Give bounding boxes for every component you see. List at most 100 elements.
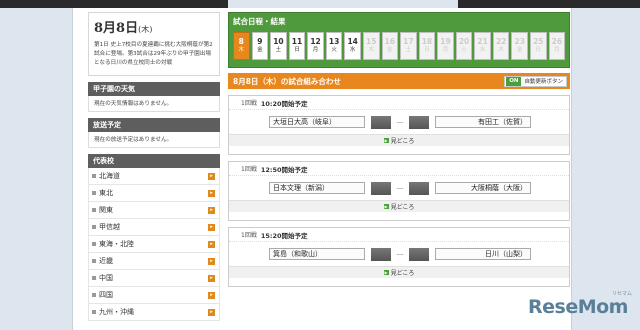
auto-update-button[interactable]: ON 自動更新ボタン — [504, 75, 567, 87]
region-item[interactable]: 北海道 ▸ — [88, 168, 220, 185]
home-team[interactable]: 日本文理（新潟） — [269, 182, 365, 194]
day-weekday: 水 — [479, 47, 486, 53]
arrow-right-icon: ▸ — [208, 223, 215, 231]
region-label: 中国 — [99, 274, 113, 282]
day-weekday: 木 — [498, 47, 504, 53]
region-label: 東北 — [99, 189, 113, 197]
bullet-icon — [92, 293, 96, 297]
region-item[interactable]: 九州・沖縄 ▸ — [88, 304, 220, 321]
auto-update-label: 自動更新ボタン — [524, 79, 563, 85]
away-team[interactable]: 有田工（佐賀） — [435, 116, 531, 128]
game-list: 1回戦 10:20開始予定 大垣日大高（岐阜） — 有田工（佐賀） ▶ 見どころ 1回戦 12:… — [228, 95, 570, 287]
day-weekday: 金 — [257, 47, 263, 53]
arrow-right-icon: ▸ — [208, 189, 215, 197]
news-summary: 第1日 史上7校目の夏連覇に挑む大阪桐蔭が第2試合に登場。第3試合は29年ぶりの… — [94, 42, 213, 66]
day-tab[interactable]: 13 火 — [325, 32, 343, 60]
day-number: 23 — [514, 37, 525, 46]
day-tab[interactable]: 14 水 — [344, 32, 361, 60]
bullet-icon — [92, 259, 96, 263]
day-tab: 21 水 — [474, 32, 491, 60]
region-label: 九州・沖縄 — [99, 308, 134, 316]
highlights-label: 見どころ — [390, 138, 415, 145]
arrow-right-icon: ▸ — [208, 172, 215, 180]
arrow-right-icon: ▸ — [208, 274, 215, 282]
day-tab[interactable]: 9金 — [251, 32, 269, 60]
region-label: 近畿 — [99, 257, 113, 265]
region-item[interactable]: 東海・北陸 ▸ — [88, 236, 220, 253]
bullet-icon — [92, 174, 96, 178]
day-number: 16 — [384, 37, 395, 46]
day-weekday: 火 — [331, 47, 337, 53]
home-team[interactable]: 箕島（和歌山） — [269, 248, 365, 260]
away-score — [409, 181, 429, 195]
day-number: 12 — [310, 37, 321, 46]
weather-title: 甲子園の天気 — [88, 82, 220, 96]
day-weekday: 木 — [368, 47, 374, 53]
region-label: 北海道 — [99, 172, 120, 180]
day-tab: 20 火 — [455, 32, 473, 60]
day-number: 9 — [257, 37, 263, 46]
region-item[interactable]: 近畿 ▸ — [88, 253, 220, 270]
day-number: 17 — [403, 37, 414, 46]
highlights-link[interactable]: ▶ 見どころ — [229, 266, 569, 278]
regions-title: 代表校 — [88, 154, 220, 168]
day-weekday: 金 — [516, 47, 523, 53]
top-bar — [0, 0, 640, 8]
day-weekday: 水 — [349, 47, 356, 53]
day-weekday: 月 — [312, 47, 319, 53]
highlights-label: 見どころ — [390, 270, 415, 277]
home-score — [371, 247, 391, 261]
sidebar: 8月8日(木) 第1日 史上7校目の夏連覇に挑む大阪桐蔭が第2試合に登場。第3試… — [88, 12, 220, 330]
regions-section: 代表校 北海道 ▸ 東北 ▸ 関東 ▸ 甲信越 ▸ 東海・北陸 ▸ 近畿 ▸ 中国 ▸ 四国 ▸ 九州・沖縄 ▸ — [88, 154, 220, 321]
day-tab[interactable]: 11 日 — [288, 32, 306, 60]
play-icon: ▶ — [383, 270, 389, 275]
region-item[interactable]: 甲信越 ▸ — [88, 219, 220, 236]
bullet-icon — [92, 242, 96, 246]
away-team[interactable]: 大阪桐蔭（大阪） — [435, 182, 531, 194]
day-tab: 16 金 — [381, 32, 399, 60]
day-number: 13 — [328, 37, 340, 46]
day-weekday: 月 — [442, 47, 449, 53]
game-round: 1回戦 — [241, 166, 257, 173]
broadcast-title: 放送予定 — [88, 118, 220, 132]
bullet-icon — [92, 310, 96, 314]
bullet-icon — [92, 225, 96, 229]
day-tab[interactable]: 12 月 — [307, 32, 324, 60]
play-icon: ▶ — [383, 138, 389, 143]
day-number: 11 — [291, 37, 303, 46]
game-matchup: 大垣日大高（岐阜） — 有田工（佐賀） — [229, 110, 569, 134]
current-date: 8月8日(木) — [94, 17, 214, 36]
weather-section: 甲子園の天気 現在の天気情報はありません。 — [88, 82, 220, 112]
day-tab: 25 日 — [530, 32, 547, 60]
versus-dash: — — [396, 250, 404, 258]
highlights-label: 見どころ — [390, 204, 415, 211]
region-item[interactable]: 四国 ▸ — [88, 287, 220, 304]
region-item[interactable]: 中国 ▸ — [88, 270, 220, 287]
region-label: 東海・北陸 — [99, 240, 134, 248]
date-box: 8月8日(木) 第1日 史上7校目の夏連覇に挑む大阪桐蔭が第2試合に登場。第3試… — [88, 12, 220, 76]
weather-text: 現在の天気情報はありません。 — [88, 96, 220, 112]
home-team[interactable]: 大垣日大高（岐阜） — [269, 116, 365, 128]
highlights-link[interactable]: ▶ 見どころ — [229, 134, 569, 146]
matchups-header: 8月8日（木）の試合組み合わせ ON 自動更新ボタン — [228, 73, 570, 89]
logo-subtext: リセマム — [611, 291, 632, 297]
day-weekday: 火 — [461, 47, 467, 53]
region-item[interactable]: 東北 ▸ — [88, 185, 220, 202]
day-tab[interactable]: 10 土 — [270, 32, 287, 60]
arrow-right-icon: ▸ — [208, 308, 215, 316]
day-tab[interactable]: 8木 — [233, 32, 250, 60]
date-weekday: (木) — [138, 25, 153, 34]
resemom-logo: ReseMom リセマム — [528, 291, 636, 322]
day-number: 26 — [551, 37, 563, 46]
day-selector: 8 木 9 金 10 土 11 日 12 月 13 火 14 水 15 木 16 金 17 土 18 日 19 月 20 火 21 水… — [233, 32, 566, 60]
day-weekday: 日 — [535, 47, 542, 53]
day-tab: 17 土 — [400, 32, 417, 60]
game-matchup: 日本文理（新潟） — 大阪桐蔭（大阪） — [229, 176, 569, 200]
region-item[interactable]: 関東 ▸ — [88, 202, 220, 219]
day-weekday: 日 — [424, 47, 430, 53]
day-number: 10 — [273, 37, 284, 46]
away-team[interactable]: 日川（山梨） — [435, 248, 531, 260]
highlights-link[interactable]: ▶ 見どころ — [229, 200, 569, 212]
away-score — [409, 115, 429, 129]
day-tab: 23 金 — [511, 32, 528, 60]
